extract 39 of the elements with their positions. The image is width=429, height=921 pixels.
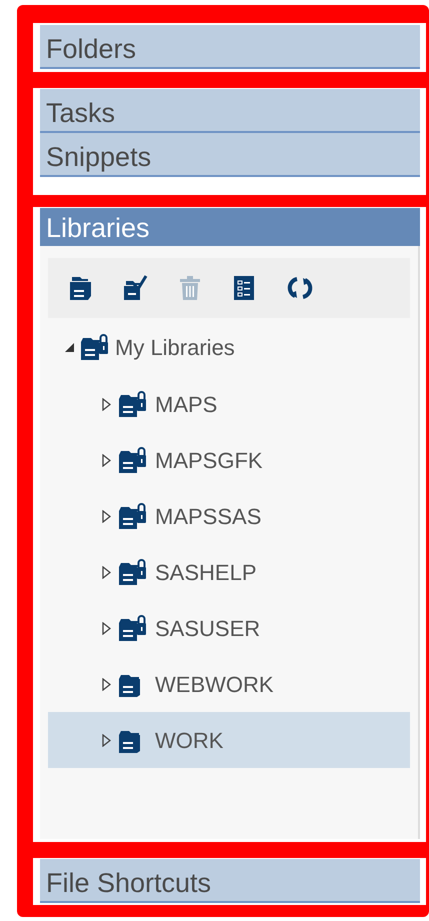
expand-triangle-icon[interactable]	[102, 622, 111, 634]
library-lock-icon	[117, 501, 149, 531]
tree-item-label: MAPS	[155, 390, 218, 418]
section-header[interactable]: Snippets	[40, 133, 420, 177]
library-check-icon	[122, 274, 148, 302]
expand-triangle-icon[interactable]	[102, 398, 111, 410]
library-icon	[68, 274, 92, 302]
section-header[interactable]: Folders	[40, 25, 420, 69]
tree-item-label: WORK	[155, 726, 224, 754]
library-lock-icon	[117, 557, 149, 587]
tree-item-label: MAPSGFK	[155, 446, 263, 474]
tree-row[interactable]: WORK	[48, 712, 410, 768]
section-header[interactable]: Tasks	[40, 89, 420, 133]
tree-row[interactable]: MAPS	[48, 376, 410, 432]
tree-row[interactable]: SASUSER	[48, 600, 410, 656]
tree-item-label: MAPSSAS	[155, 502, 262, 530]
refresh-icon	[286, 274, 314, 302]
tree-row[interactable]: MAPSGFK	[48, 432, 410, 488]
tree-row[interactable]: WEBWORK	[48, 656, 410, 712]
library-lock-icon	[79, 332, 111, 362]
expand-triangle-icon[interactable]	[102, 566, 111, 578]
expand-triangle-icon[interactable]	[102, 678, 111, 690]
section-header[interactable]: File Shortcuts	[40, 859, 420, 903]
list-icon	[232, 274, 256, 302]
library-lock-icon	[117, 613, 149, 643]
expand-triangle-icon[interactable]	[102, 454, 111, 466]
expand-triangle-icon[interactable]	[102, 510, 111, 522]
section-header[interactable]: Libraries	[40, 208, 420, 246]
tree-item[interactable]: My Libraries	[115, 330, 235, 364]
tree-row[interactable]: MAPSSAS	[48, 488, 410, 544]
library-lock-icon	[117, 389, 149, 419]
tree-item-label: SASUSER	[155, 614, 260, 642]
tree-item-label: WEBWORK	[155, 670, 274, 698]
library-lock-icon	[117, 445, 149, 475]
expand-triangle-icon[interactable]	[102, 734, 111, 746]
tree-row[interactable]: SASHELP	[48, 544, 410, 600]
trash-icon	[178, 274, 202, 302]
collapse-triangle-icon[interactable]	[64, 342, 75, 352]
tree-item-label: SASHELP	[155, 558, 256, 586]
